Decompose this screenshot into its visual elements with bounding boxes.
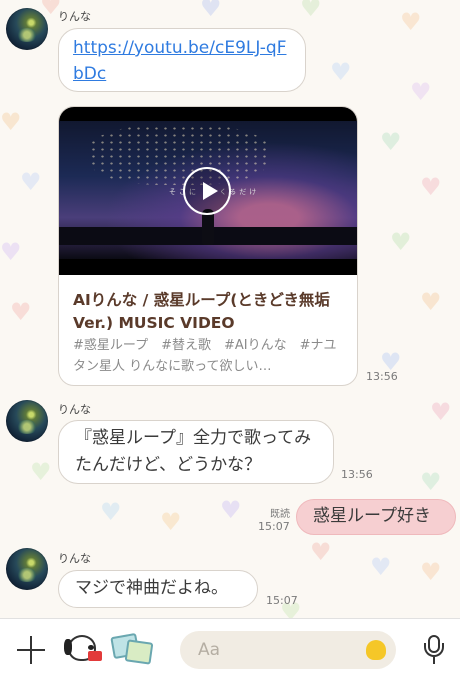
sender-name: りんな [58, 10, 91, 23]
emoji-woodstock-icon[interactable] [366, 640, 386, 660]
message-time: 15:07 [266, 594, 298, 607]
video-description: #惑星ループ #替え歌 #AIりんな #ナユタン星人 りんなに歌って欲しい… [73, 338, 337, 374]
message-bubble-link[interactable]: https://youtu.be/cE9LJ-qFbDc [58, 28, 306, 92]
sender-name: りんな [58, 403, 91, 416]
message-time: 13:56 [366, 370, 398, 383]
plus-icon[interactable] [16, 635, 46, 665]
microphone-icon[interactable] [424, 635, 444, 665]
read-receipt: 既読 [270, 509, 290, 520]
snoopy-nose [88, 645, 94, 650]
my-message-bubble[interactable]: 惑星ループ好き [296, 499, 456, 535]
message-text: 惑星ループ好き [313, 506, 431, 526]
message-bubble[interactable]: 『惑星ループ』全力で歌ってみたんだけど、どうかな？ [58, 420, 334, 484]
url-link[interactable]: https://youtu.be/cE9LJ-qFbDc [73, 35, 291, 87]
video-title[interactable]: AIりんな / 惑星ループ(ときどき無垢 Ver.) MUSIC VIDEO [73, 289, 345, 335]
photo-icon[interactable] [110, 632, 156, 667]
sticker-snoopy-icon[interactable] [62, 631, 104, 669]
play-icon[interactable] [183, 167, 231, 215]
message-time: 15:07 [258, 520, 290, 533]
snoopy-ear [64, 639, 72, 655]
photo-front [124, 639, 154, 665]
avatar[interactable] [6, 8, 48, 50]
avatar[interactable] [6, 548, 48, 590]
mic-stem [433, 657, 435, 664]
message-time: 13:56 [341, 468, 373, 481]
message-input[interactable]: Aa [180, 631, 396, 669]
camera-icon [88, 651, 102, 661]
thumbnail-stars [89, 125, 269, 185]
video-thumbnail[interactable]: そこに い くるだけ [59, 107, 357, 275]
chat-area: りんな https://youtu.be/cE9LJ-qFbDc そこに い く… [0, 0, 460, 618]
message-text: 『惑星ループ』全力で歌ってみたんだけど、どうかな？ [75, 428, 312, 475]
message-composer-bar: Aa [0, 618, 460, 680]
mic-arc [424, 643, 444, 657]
video-preview-card[interactable]: そこに い くるだけ AIりんな / 惑星ループ(ときどき無垢 Ver.) MU… [58, 106, 358, 386]
message-input-placeholder: Aa [198, 640, 221, 660]
message-bubble[interactable]: マジで神曲だよね。 [58, 570, 258, 608]
message-text: マジで神曲だよね。 [75, 578, 228, 598]
avatar[interactable] [6, 400, 48, 442]
sender-name: りんな [58, 552, 91, 565]
